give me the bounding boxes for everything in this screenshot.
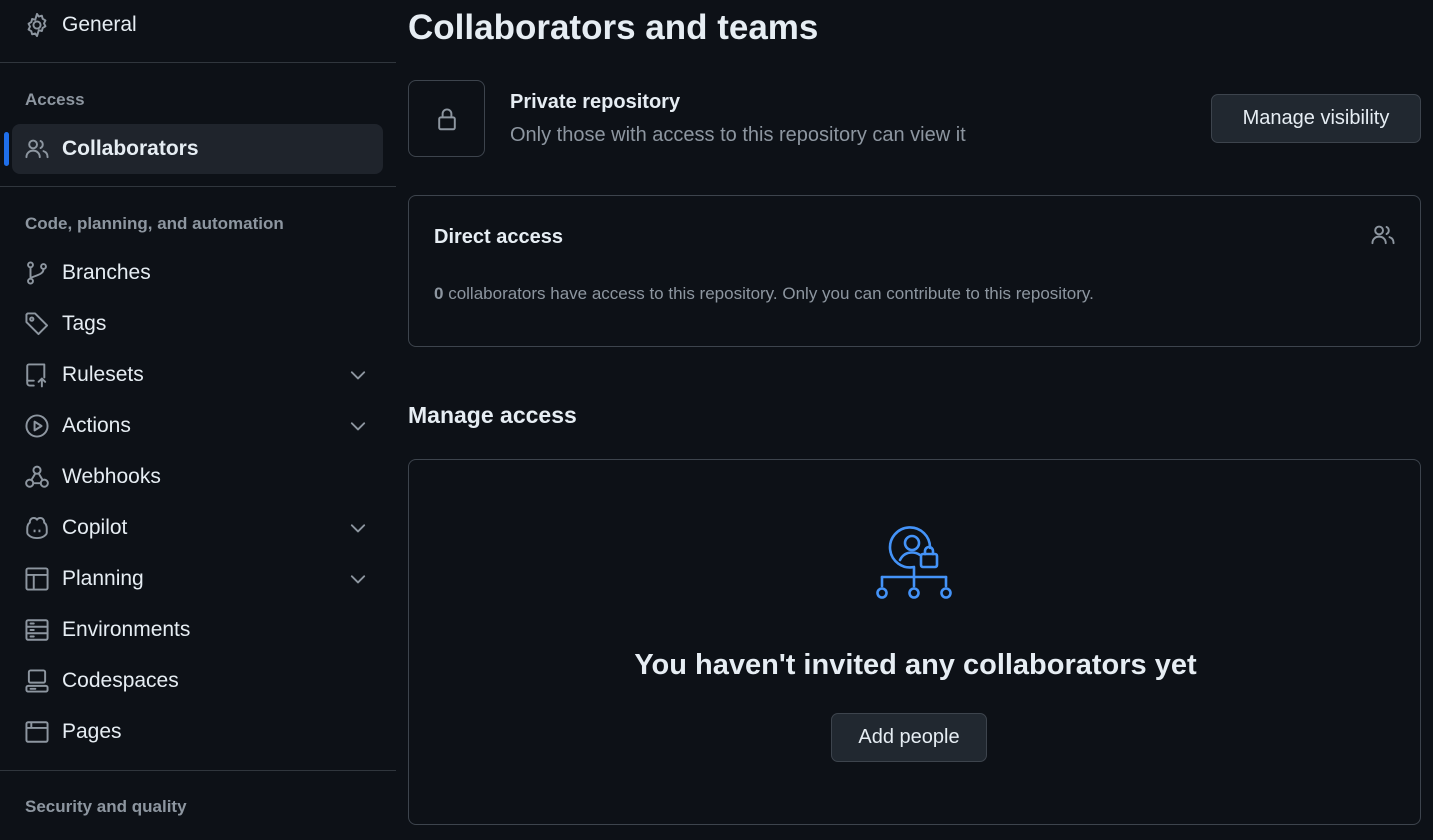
sidebar-item-collaborators[interactable]: Collaborators bbox=[4, 124, 383, 174]
table-icon bbox=[24, 566, 50, 592]
sidebar-item-label: Collaborators bbox=[62, 137, 199, 160]
manage-access-panel: You haven't invited any collaborators ye… bbox=[408, 459, 1421, 825]
sidebar-divider bbox=[0, 186, 396, 187]
direct-access-description: 0 collaborators have access to this repo… bbox=[434, 284, 1094, 304]
sidebar-item-label: Branches bbox=[62, 261, 151, 284]
sidebar-item-label: General bbox=[62, 13, 137, 36]
people-icon bbox=[24, 136, 50, 162]
repo-push-icon bbox=[24, 362, 50, 388]
git-branch-icon bbox=[24, 260, 50, 286]
sidebar-item-label: Rulesets bbox=[62, 363, 144, 386]
manage-visibility-button[interactable]: Manage visibility bbox=[1211, 94, 1421, 143]
sidebar-item-planning[interactable]: Planning bbox=[12, 554, 383, 604]
chevron-down-icon[interactable] bbox=[347, 415, 369, 437]
play-icon bbox=[24, 413, 50, 439]
chevron-down-icon[interactable] bbox=[347, 517, 369, 539]
sidebar-divider bbox=[0, 770, 396, 771]
sidebar-item-label: Webhooks bbox=[62, 465, 161, 488]
collaborators-main: Collaborators and teams Private reposito… bbox=[408, 0, 1421, 840]
sidebar-item-label: Planning bbox=[62, 567, 144, 590]
sidebar-item-label: Environments bbox=[62, 618, 191, 641]
sidebar-item-label: Actions bbox=[62, 414, 131, 437]
sidebar-item-codespaces[interactable]: Codespaces bbox=[12, 656, 383, 706]
add-people-button[interactable]: Add people bbox=[831, 713, 987, 762]
empty-state-title: You haven't invited any collaborators ye… bbox=[634, 649, 1197, 681]
sidebar-item-copilot[interactable]: Copilot bbox=[12, 503, 383, 553]
settings-page: General Access Collaborators Code, plann… bbox=[0, 0, 1433, 840]
people-icon bbox=[1370, 222, 1396, 248]
chevron-down-icon[interactable] bbox=[347, 568, 369, 590]
sidebar-item-label: Copilot bbox=[62, 516, 128, 539]
visibility-description: Only those with access to this repositor… bbox=[510, 124, 966, 146]
sidebar-item-webhooks[interactable]: Webhooks bbox=[12, 452, 383, 502]
page-title: Collaborators and teams bbox=[408, 8, 819, 47]
direct-access-panel: Direct access 0 collaborators have acces… bbox=[408, 195, 1421, 347]
sidebar-section-code-planning: Code, planning, and automation bbox=[25, 214, 284, 233]
sidebar-section-access: Access bbox=[25, 90, 85, 109]
manage-access-title: Manage access bbox=[408, 402, 577, 428]
server-icon bbox=[24, 617, 50, 643]
sidebar-section-security: Security and quality bbox=[25, 797, 187, 816]
sidebar-item-label: Tags bbox=[62, 312, 107, 335]
active-indicator bbox=[4, 132, 9, 166]
sidebar-item-label: Codespaces bbox=[62, 669, 179, 692]
gear-icon bbox=[24, 12, 50, 38]
browser-icon bbox=[24, 719, 50, 745]
sidebar-divider bbox=[0, 62, 396, 63]
lock-icon bbox=[437, 107, 456, 130]
direct-access-text: collaborators have access to this reposi… bbox=[443, 284, 1094, 303]
sidebar-item-pages[interactable]: Pages bbox=[12, 707, 383, 757]
codespaces-icon bbox=[24, 668, 50, 694]
copilot-icon bbox=[24, 515, 50, 541]
chevron-down-icon[interactable] bbox=[347, 364, 369, 386]
settings-sidebar: General Access Collaborators Code, plann… bbox=[0, 0, 396, 840]
sidebar-item-environments[interactable]: Environments bbox=[12, 605, 383, 655]
direct-access-title: Direct access bbox=[434, 226, 563, 248]
sidebar-item-tags[interactable]: Tags bbox=[12, 299, 383, 349]
sidebar-item-label: Pages bbox=[62, 720, 122, 743]
visibility-icon-box bbox=[408, 80, 485, 157]
sidebar-item-rulesets[interactable]: Rulesets bbox=[12, 350, 383, 400]
webhook-icon bbox=[24, 464, 50, 490]
sidebar-item-general[interactable]: General bbox=[12, 0, 383, 50]
sidebar-item-actions[interactable]: Actions bbox=[12, 401, 383, 451]
tag-icon bbox=[24, 311, 50, 337]
visibility-title: Private repository bbox=[510, 91, 681, 113]
person-lock-network-icon bbox=[874, 526, 954, 604]
sidebar-item-branches[interactable]: Branches bbox=[12, 248, 383, 298]
